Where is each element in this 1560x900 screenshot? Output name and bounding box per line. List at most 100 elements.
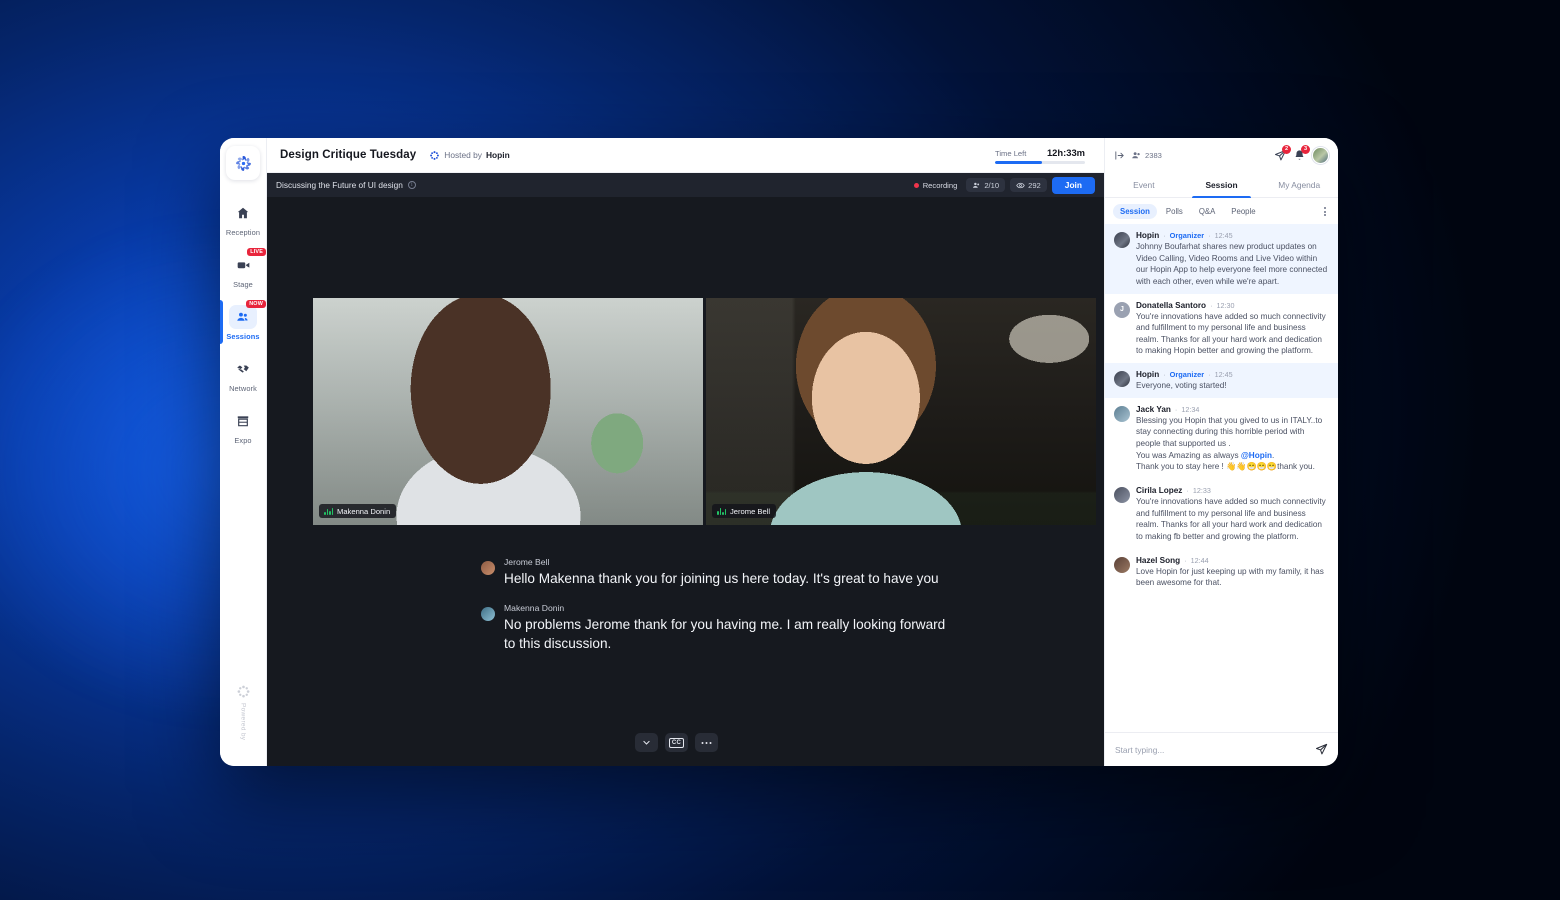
recording-label: Recording: [922, 180, 958, 190]
video-tile-makenna[interactable]: Makenna Donin: [313, 298, 703, 525]
video-tile-jerome[interactable]: Jerome Bell: [706, 298, 1096, 525]
tab-my-agenda[interactable]: My Agenda: [1260, 173, 1338, 197]
sidebar-item-sessions[interactable]: NOW Sessions: [220, 298, 267, 346]
subtab-polls[interactable]: Polls: [1159, 204, 1190, 219]
chat-message-header: Donatella Santoro · 12:30: [1136, 301, 1329, 310]
more-options-button[interactable]: [695, 733, 718, 752]
info-icon[interactable]: i: [407, 181, 416, 189]
chat-message-header: Hopin · Organizer · 12:45: [1136, 231, 1329, 240]
chat-text: Love Hopin for just keeping up with my f…: [1136, 566, 1324, 588]
video-camera-icon: LIVE: [229, 248, 266, 277]
home-icon: [229, 201, 257, 225]
audio-level-icon: [717, 507, 726, 515]
app-window: Reception LIVE Stage NOW Sessions Networ…: [220, 138, 1338, 766]
chat-author: Hopin: [1136, 231, 1160, 240]
caption-row: Makenna Donin No problems Jerome thank f…: [481, 603, 1064, 654]
sidebar-item-network[interactable]: Network: [220, 350, 267, 398]
attendee-count[interactable]: 2383: [1131, 150, 1162, 161]
chat-role-badge: Organizer: [1169, 370, 1205, 380]
chat-message-body: Donatella Santoro · 12:30 You're innovat…: [1136, 301, 1329, 358]
name-chip: Jerome Bell: [712, 504, 777, 518]
sidebar-item-expo[interactable]: Expo: [220, 402, 267, 450]
time-left-row: Time Left 12h:33m: [995, 147, 1085, 158]
video-controls: CC: [267, 733, 1104, 752]
ellipsis-icon: [701, 741, 712, 744]
panel-more-icon[interactable]: [1320, 205, 1330, 218]
caption-row: Jerome Bell Hello Makenna thank you for …: [481, 557, 1064, 589]
main-content: Design Critique Tuesday Hosted by Hopin …: [267, 138, 1104, 766]
panel-subtabs: Session Polls Q&A People: [1105, 198, 1338, 224]
tab-session[interactable]: Session: [1183, 173, 1261, 198]
powered-by: Powered by: [236, 684, 251, 740]
sidebar-label-stage: Stage: [233, 280, 253, 289]
collapse-panel-icon[interactable]: [1114, 150, 1125, 161]
send-icon[interactable]: [1315, 743, 1328, 756]
video-tiles: Makenna Donin Jerome Bell: [267, 298, 1104, 525]
sidebar-item-stage[interactable]: LIVE Stage: [220, 246, 267, 294]
closed-captions-button[interactable]: CC: [665, 733, 688, 752]
avatar: [1114, 486, 1130, 503]
share-icon[interactable]: 2: [1274, 145, 1291, 162]
chat-text: Blessing you Hopin that you gived to us …: [1136, 415, 1323, 449]
host-logo-icon: [430, 150, 440, 160]
chat-message-body: Hopin · Organizer · 12:45 Johnny Boufarh…: [1136, 231, 1329, 288]
time-left-fill: [995, 160, 1042, 164]
left-nav-rail: Reception LIVE Stage NOW Sessions Networ…: [220, 138, 267, 766]
chat-message: Hopin · Organizer · 12:45 Everyone, voti…: [1105, 363, 1338, 398]
chat-message-list[interactable]: Hopin · Organizer · 12:45 Johnny Boufarh…: [1105, 224, 1338, 732]
caption-body: Makenna Donin No problems Jerome thank f…: [504, 603, 954, 654]
chat-input[interactable]: [1115, 744, 1315, 755]
sidebar-badge-sessions: NOW: [246, 300, 266, 309]
chat-role-badge: Organizer: [1169, 231, 1205, 240]
collapse-captions-button[interactable]: [635, 733, 658, 752]
subtab-session[interactable]: Session: [1113, 204, 1157, 219]
time-left-widget: Time Left 12h:33m: [995, 147, 1085, 164]
chat-author: Jack Yan: [1136, 404, 1171, 414]
chat-separator: ·: [1163, 370, 1166, 380]
sidebar-badge-stage: LIVE: [247, 248, 266, 257]
sidebar-item-reception[interactable]: Reception: [220, 194, 267, 242]
caption-speaker: Makenna Donin: [504, 602, 565, 613]
bell-badge: 3: [1301, 145, 1310, 154]
session-name: Discussing the Future of UI design: [276, 180, 403, 190]
chat-author: Hopin: [1136, 370, 1160, 380]
share-badge: 2: [1282, 145, 1291, 154]
chat-author: Cirila Lopez: [1136, 485, 1183, 495]
live-captions: Jerome Bell Hello Makenna thank you for …: [267, 557, 1104, 668]
chat-separator: ·: [1208, 231, 1211, 240]
chat-text-segment-end: .: [1272, 450, 1275, 460]
tab-event[interactable]: Event: [1105, 173, 1183, 197]
event-header: Design Critique Tuesday Hosted by Hopin …: [267, 138, 1104, 173]
chat-mention[interactable]: @Hopin: [1241, 451, 1272, 460]
chat-timestamp: 12:45: [1214, 231, 1233, 240]
powered-by-label: Powered by: [239, 702, 247, 740]
booth-icon: [229, 409, 257, 433]
chat-text: You're innovations have added so much co…: [1136, 311, 1326, 356]
right-panel: 2383 2 3 Event Session My Agenda Session…: [1104, 138, 1338, 766]
chat-message-header: Cirila Lopez · 12:33: [1136, 486, 1329, 495]
chat-message-body: Hazel Song · 12:44 Love Hopin for just k…: [1136, 556, 1329, 589]
caption-text: No problems Jerome thank for you having …: [504, 616, 946, 652]
hosted-by-label: Hosted by: [444, 150, 482, 160]
join-button[interactable]: Join: [1051, 176, 1095, 194]
chat-message-body: Cirila Lopez · 12:33 You're innovations …: [1136, 486, 1329, 543]
caption-speaker: Jerome Bell: [504, 557, 550, 567]
time-left-value: 12h:33m: [1046, 146, 1085, 158]
chat-timestamp: 12:30: [1216, 300, 1235, 310]
avatar[interactable]: [1312, 147, 1329, 164]
chat-separator: ·: [1174, 404, 1178, 414]
chat-separator: ·: [1163, 231, 1166, 240]
chat-message: Cirila Lopez · 12:33 You're innovations …: [1105, 479, 1338, 549]
chat-author: Donatella Santoro: [1136, 300, 1207, 310]
app-logo[interactable]: [226, 146, 260, 180]
participant-name: Makenna Donin: [337, 506, 391, 516]
subtab-people[interactable]: People: [1224, 204, 1262, 219]
bell-icon[interactable]: 3: [1293, 145, 1310, 162]
chat-text: Johnny Boufarhat shares new product upda…: [1136, 242, 1328, 286]
seats-pill[interactable]: 2/10: [966, 178, 1006, 192]
subtab-qa[interactable]: Q&A: [1192, 204, 1222, 219]
caption-body: Jerome Bell Hello Makenna thank you for …: [504, 557, 939, 589]
viewers-pill[interactable]: 292: [1010, 178, 1047, 192]
avatar: [481, 561, 495, 575]
chat-timestamp: 12:45: [1214, 370, 1233, 380]
